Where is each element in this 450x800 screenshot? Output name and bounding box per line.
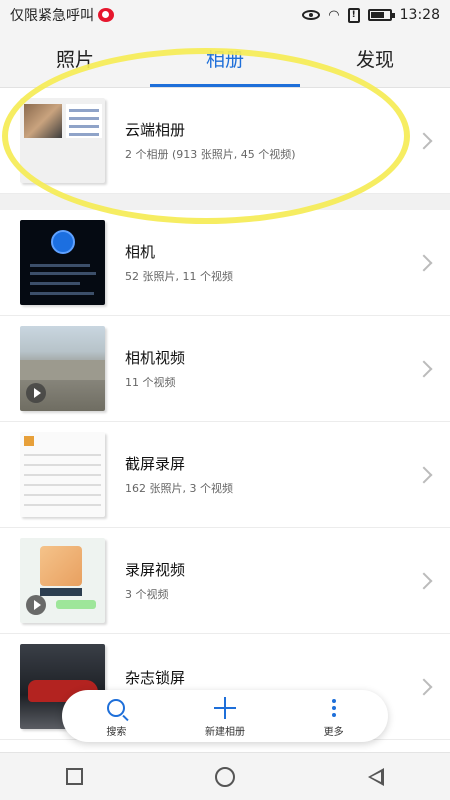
sim-alert-icon: ! bbox=[347, 7, 360, 23]
new-album-button[interactable]: 新建相册 bbox=[180, 695, 270, 738]
bottom-toolbar: 搜索 新建相册 更多 bbox=[62, 690, 388, 742]
tab-discover[interactable]: 发现 bbox=[300, 30, 450, 87]
plus-icon bbox=[213, 696, 236, 719]
tab-albums[interactable]: 相册 bbox=[150, 30, 300, 87]
new-album-label: 新建相册 bbox=[204, 726, 245, 738]
album-name: 截屏录屏 bbox=[125, 455, 186, 473]
album-thumbnail bbox=[20, 220, 105, 305]
album-screenshots[interactable]: 截屏录屏 162 张照片, 3 个视频 bbox=[0, 422, 450, 528]
album-count: 3 个视频 bbox=[125, 588, 169, 601]
carrier-text: 仅限紧急呼叫 bbox=[10, 8, 94, 24]
album-count: 52 张照片, 11 个视频 bbox=[125, 270, 233, 283]
tab-photos[interactable]: 照片 bbox=[0, 30, 150, 87]
album-name: 相机 bbox=[125, 243, 156, 261]
album-screen-recordings[interactable]: 录屏视频 3 个视频 bbox=[0, 528, 450, 634]
more-dots-icon bbox=[331, 698, 336, 717]
more-label: 更多 bbox=[323, 726, 344, 738]
album-list: 云端相册 2 个相册 (913 张照片, 45 个视频) 相机 52 张照片, … bbox=[0, 88, 450, 740]
search-button[interactable]: 搜索 bbox=[71, 695, 161, 738]
album-count: 162 张照片, 3 个视频 bbox=[125, 482, 233, 495]
system-nav-bar bbox=[0, 752, 450, 800]
album-name: 录屏视频 bbox=[125, 561, 186, 579]
eye-icon bbox=[302, 10, 321, 20]
clock: 13:28 bbox=[399, 7, 440, 23]
weibo-icon bbox=[98, 8, 114, 22]
album-name: 云端相册 bbox=[125, 121, 186, 139]
play-icon bbox=[26, 595, 46, 615]
album-camera[interactable]: 相机 52 张照片, 11 个视频 bbox=[0, 210, 450, 316]
search-label: 搜索 bbox=[106, 726, 127, 738]
album-thumbnail bbox=[20, 432, 105, 517]
album-camera-video[interactable]: 相机视频 11 个视频 bbox=[0, 316, 450, 422]
album-count: 11 个视频 bbox=[125, 376, 176, 389]
search-icon bbox=[107, 698, 126, 717]
battery-icon bbox=[367, 9, 395, 21]
recents-icon[interactable] bbox=[66, 768, 84, 785]
album-count: 2 个相册 (913 张照片, 45 个视频) bbox=[125, 148, 296, 161]
play-icon bbox=[26, 383, 46, 403]
album-thumbnail bbox=[20, 326, 105, 411]
album-name: 杂志锁屏 bbox=[125, 668, 186, 687]
album-thumbnail bbox=[20, 538, 105, 623]
section-divider bbox=[0, 194, 450, 210]
tab-bar: 照片 相册 发现 bbox=[0, 30, 450, 88]
more-button[interactable]: 更多 bbox=[289, 695, 379, 738]
home-icon[interactable] bbox=[215, 766, 236, 787]
wifi-icon: ◠ bbox=[328, 7, 340, 23]
status-bar: 仅限紧急呼叫 ◠ ! 13:28 bbox=[0, 0, 450, 30]
album-thumbnail bbox=[20, 98, 105, 183]
album-name: 相机视频 bbox=[125, 349, 186, 367]
album-cloud[interactable]: 云端相册 2 个相册 (913 张照片, 45 个视频) bbox=[0, 88, 450, 194]
back-icon[interactable] bbox=[367, 767, 384, 786]
